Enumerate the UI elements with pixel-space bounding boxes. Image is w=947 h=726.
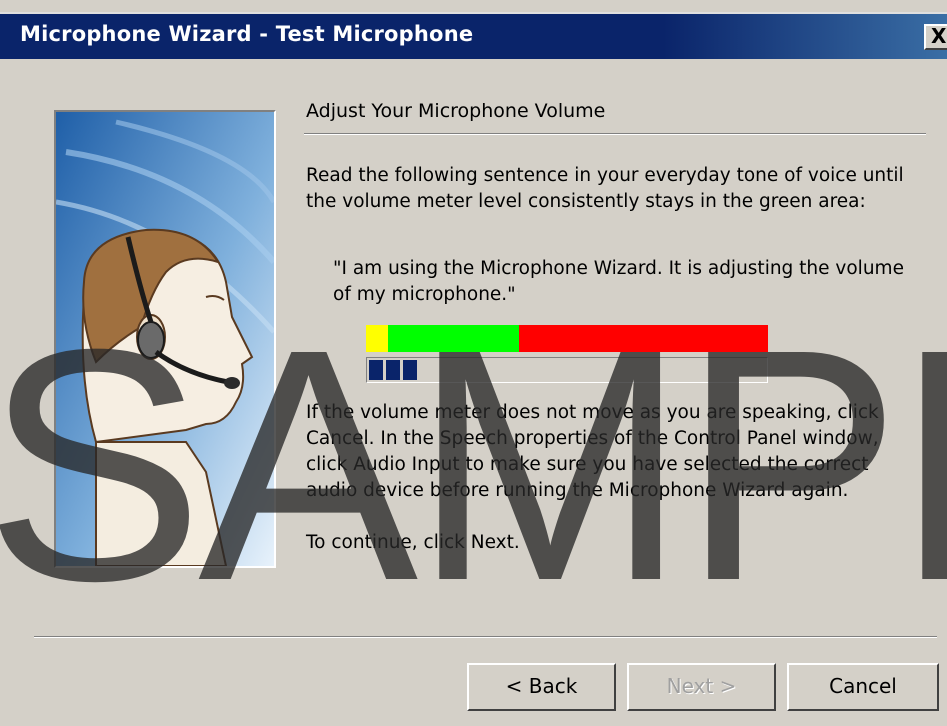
microphone-wizard-dialog: Microphone Wizard - Test Microphone X Ad…	[0, 0, 947, 726]
meter-zone-low	[366, 325, 389, 352]
volume-meter-fill	[369, 360, 417, 380]
volume-meter-scale	[366, 325, 768, 352]
next-button[interactable]: Next >	[627, 663, 776, 711]
meter-zone-good	[388, 325, 519, 352]
step-heading: Adjust Your Microphone Volume	[306, 100, 606, 122]
help-text: If the volume meter does not move as you…	[306, 402, 879, 501]
headset-person-illustration	[54, 110, 276, 568]
button-divider	[34, 636, 937, 638]
meter-zone-high	[518, 325, 768, 352]
heading-divider	[304, 133, 926, 135]
volume-meter	[366, 357, 768, 383]
headset-illustration-graphic	[56, 112, 274, 566]
cancel-button[interactable]: Cancel	[787, 663, 939, 711]
window-title: Microphone Wizard - Test Microphone	[20, 22, 474, 46]
back-button[interactable]: < Back	[467, 663, 616, 711]
close-button[interactable]: X	[924, 24, 947, 50]
instruction-text: Read the following sentence in your ever…	[306, 165, 904, 212]
continue-instruction: To continue, click Next.	[306, 532, 520, 553]
test-sentence: "I am using the Microphone Wizard. It is…	[333, 258, 904, 305]
title-bar[interactable]: Microphone Wizard - Test Microphone X	[0, 12, 947, 59]
